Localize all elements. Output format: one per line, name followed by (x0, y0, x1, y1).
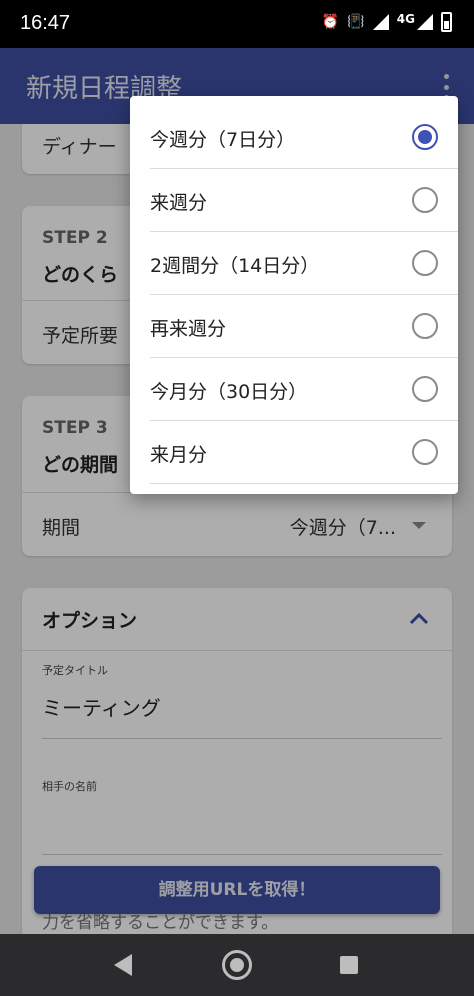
signal-icon-2 (417, 14, 433, 30)
radio-checked-icon[interactable] (412, 124, 438, 150)
back-icon[interactable] (114, 954, 132, 976)
radio-unchecked-icon[interactable] (412, 376, 438, 402)
period-option[interactable]: 今週分（7日分） (130, 106, 458, 169)
period-option-label: 今月分（30日分） (150, 381, 308, 403)
period-option-label: 来週分 (150, 192, 208, 214)
period-option[interactable]: 今月分（30日分） (130, 358, 458, 421)
vibrate-icon: 📳 (347, 14, 365, 30)
recent-apps-icon[interactable] (340, 956, 358, 974)
period-dropdown-menu: 今週分（7日分） 来週分 2週間分（14日分） 再来週分 今月分（30日分） 来… (130, 96, 458, 494)
radio-unchecked-icon[interactable] (412, 187, 438, 213)
divider (150, 483, 458, 484)
battery-icon (441, 12, 452, 32)
network-4g-icon: 4G (396, 12, 415, 26)
period-option[interactable]: 来月分 (130, 421, 458, 484)
period-option-label: 来月分 (150, 444, 208, 466)
status-time: 16:47 (20, 12, 71, 34)
period-option-label: 2週間分（14日分） (150, 255, 320, 277)
status-icons: ⏰ 📳 4G (322, 12, 452, 32)
radio-unchecked-icon[interactable] (412, 439, 438, 465)
radio-unchecked-icon[interactable] (412, 250, 438, 276)
status-bar: 16:47 ⏰ 📳 4G (0, 0, 474, 48)
period-option[interactable]: 来週分 (130, 169, 458, 232)
alarm-icon: ⏰ (321, 14, 340, 30)
radio-unchecked-icon[interactable] (412, 313, 438, 339)
period-option-label: 再来週分 (150, 318, 227, 340)
system-nav-bar (0, 934, 474, 996)
home-icon[interactable] (222, 950, 252, 980)
period-option[interactable]: 2週間分（14日分） (130, 232, 458, 295)
period-option[interactable]: 再来週分 (130, 295, 458, 358)
signal-icon (372, 14, 389, 30)
period-option-label: 今週分（7日分） (150, 129, 296, 151)
